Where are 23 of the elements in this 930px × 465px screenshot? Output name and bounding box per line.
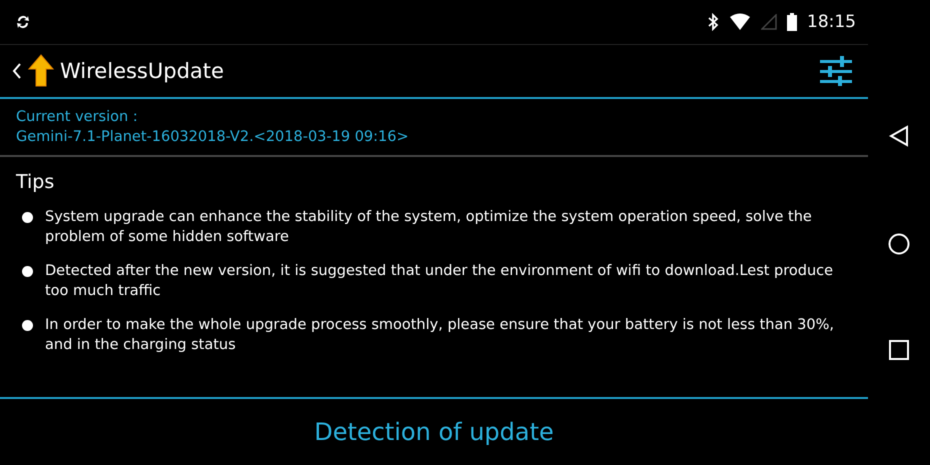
back-nav-icon[interactable] [889, 125, 909, 148]
tip-text: In order to make the whole upgrade process smoothly, please ensure that your battery is not less than 30%, and in the charging status [45, 316, 836, 355]
bullet-icon [22, 212, 33, 223]
clock: 18:15 [807, 12, 856, 32]
battery-icon [787, 13, 797, 31]
detect-update-button[interactable]: Detection of update [304, 412, 564, 452]
bullet-icon [22, 266, 33, 277]
home-nav-icon[interactable] [888, 232, 910, 254]
tip-text: Detected after the new version, it is suggested that under the environment of wifi to download.Lest produce too much traffic [45, 262, 834, 301]
tip-text: System upgrade can enhance the stability of the system, optimize the system operation speed, solve the problem of some hidden software [45, 208, 813, 247]
bullet-icon [22, 320, 33, 331]
settings-sliders-icon[interactable] [820, 56, 852, 86]
app-title: WirelessUpdate [60, 59, 224, 83]
up-arrow-icon [28, 54, 54, 88]
recents-nav-icon[interactable] [889, 340, 909, 360]
version-label: Current version： [16, 108, 144, 127]
bluetooth-icon [707, 13, 719, 31]
signal-icon [761, 14, 777, 30]
tips-heading: Tips [16, 171, 56, 193]
version-value: Gemini-7.1-Planet-16032018-V2.<2018-03-19 09:16> [16, 128, 410, 147]
wifi-icon [729, 13, 751, 31]
back-icon[interactable] [12, 62, 22, 80]
sync-icon [16, 14, 30, 30]
